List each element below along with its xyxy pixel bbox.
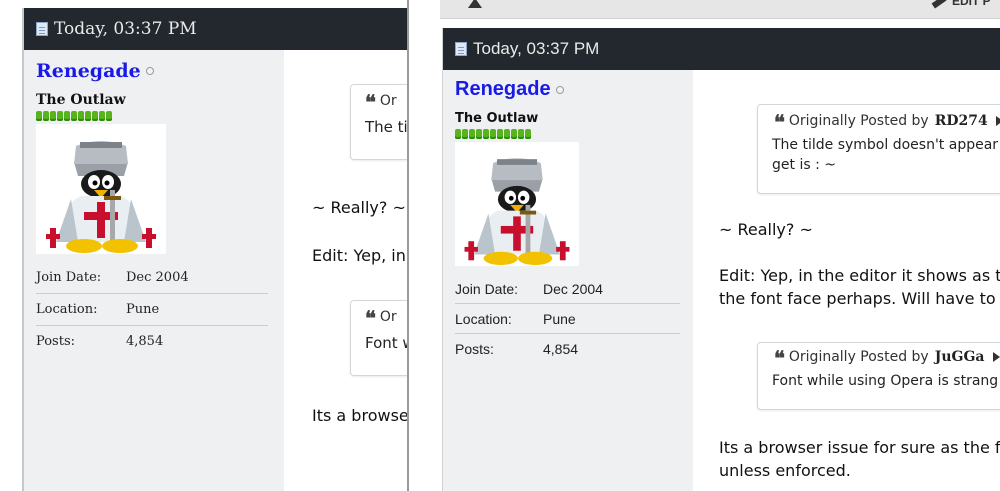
avatar[interactable]: [455, 142, 579, 266]
quote-author[interactable]: RD274: [935, 113, 988, 129]
right-browser-panel: EDIT P Today, 03:37 PM Renegade The Outl…: [440, 0, 1000, 491]
field-value: Dec 2004: [543, 280, 603, 297]
quote-icon: ❛❛: [365, 90, 376, 114]
field-value: Pune: [126, 302, 160, 317]
quote-box: ❛❛ Or The tild: [350, 84, 408, 160]
quote-box: ❛❛ Originally Posted by RD274 The tilde …: [757, 104, 1000, 194]
user-fields: Join Date: Dec 2004 Location: Pune Posts…: [36, 262, 284, 357]
posts-row: Posts: 4,854: [36, 326, 268, 357]
quote-text: get is : ~: [772, 157, 836, 173]
quote-box: ❛❛ Originally Posted by JuGGa Font while…: [757, 342, 1000, 410]
post-text: the font face perhaps. Will have to c: [719, 289, 1000, 308]
gap: [409, 0, 440, 491]
field-label: Join Date:: [455, 280, 519, 297]
join-date-row: Join Date: Dec 2004: [36, 262, 268, 294]
view-post-arrow-icon[interactable]: [995, 116, 1000, 126]
top-toolbar: EDIT P: [440, 0, 1000, 19]
posts-row: Posts: 4,854: [455, 334, 680, 363]
document-icon: [455, 42, 467, 56]
field-label: Posts:: [36, 334, 75, 349]
document-icon: [36, 22, 48, 36]
field-label: Join Date:: [36, 270, 102, 285]
field-value: Dec 2004: [126, 270, 189, 285]
post-timestamp: Today, 03:37 PM: [54, 19, 197, 39]
post-text: Edit: Yep, in: [312, 246, 406, 265]
pencil-icon[interactable]: [931, 0, 947, 9]
field-value: 4,854: [126, 334, 164, 349]
quote-text: The tilde symbol doesn't appear: [772, 137, 999, 153]
reputation-bar[interactable]: [36, 111, 284, 121]
avatar[interactable]: [36, 124, 166, 254]
field-label: Location:: [455, 310, 512, 327]
quote-text: Font while using Opera is strang: [772, 373, 999, 389]
reputation-bar[interactable]: [455, 129, 693, 139]
location-row: Location: Pune: [36, 294, 268, 326]
username-text[interactable]: Renegade: [36, 60, 141, 82]
view-post-arrow-icon[interactable]: [992, 352, 1000, 362]
quote-prefix: Originally Posted by: [788, 349, 929, 365]
post-text: ~ Really? ~: [312, 198, 406, 217]
offline-status-icon: [145, 67, 154, 75]
user-title: The Outlaw: [455, 111, 539, 126]
post-content: ❛❛ Or The tild ~ Really? ~ Edit: Yep, in…: [284, 50, 408, 491]
user-info-sidebar: Renegade The Outlaw Join Date: Dec 2004 …: [443, 70, 693, 491]
quote-prefix: Or: [379, 93, 397, 109]
field-label: Posts:: [455, 340, 494, 357]
user-title: The Outlaw: [36, 92, 126, 108]
offline-status-icon: [555, 85, 564, 94]
post-text: Its a browse: [312, 406, 408, 425]
quote-icon: ❛❛: [365, 306, 376, 330]
post-text: ~ Really? ~: [719, 220, 813, 239]
quote-icon: ❛❛: [774, 110, 785, 134]
quote-text: Font w: [365, 334, 408, 352]
post-header: Today, 03:37 PM: [24, 8, 408, 50]
location-row: Location: Pune: [455, 304, 680, 334]
quote-text: The tild: [365, 118, 408, 136]
username-link[interactable]: Renegade: [36, 60, 284, 82]
quote-icon: ❛❛: [774, 346, 785, 370]
left-browser-panel: Today, 03:37 PM Renegade The Outlaw Join…: [0, 0, 408, 491]
post-text: Edit: Yep, in the editor it shows as t: [719, 266, 1000, 285]
quote-author[interactable]: JuGGa: [935, 349, 985, 365]
post-text: unless enforced.: [719, 461, 851, 480]
join-date-row: Join Date: Dec 2004: [455, 274, 680, 304]
quote-box: ❛❛ Or Font w: [350, 300, 408, 376]
field-value: 4,854: [543, 340, 579, 357]
post-container: Today, 03:37 PM Renegade The Outlaw Join…: [442, 28, 1000, 491]
warning-icon[interactable]: [468, 0, 482, 8]
field-label: Location:: [36, 302, 98, 317]
post-content: ❛❛ Originally Posted by RD274 The tilde …: [693, 70, 1000, 491]
user-fields: Join Date: Dec 2004 Location: Pune Posts…: [455, 274, 693, 363]
quote-prefix: Originally Posted by: [788, 113, 929, 129]
quote-prefix: Or: [379, 309, 397, 325]
user-info-sidebar: Renegade The Outlaw Join Date: Dec 2004 …: [24, 50, 284, 491]
username-link[interactable]: Renegade: [455, 78, 693, 101]
username-text[interactable]: Renegade: [455, 78, 551, 101]
field-value: Pune: [543, 310, 576, 327]
post-container: Today, 03:37 PM Renegade The Outlaw Join…: [22, 8, 408, 491]
post-text: Its a browser issue for sure as the f: [719, 438, 1000, 457]
edit-post-button[interactable]: EDIT P: [952, 0, 991, 8]
post-header: Today, 03:37 PM: [443, 28, 1000, 70]
post-timestamp: Today, 03:37 PM: [473, 39, 600, 58]
